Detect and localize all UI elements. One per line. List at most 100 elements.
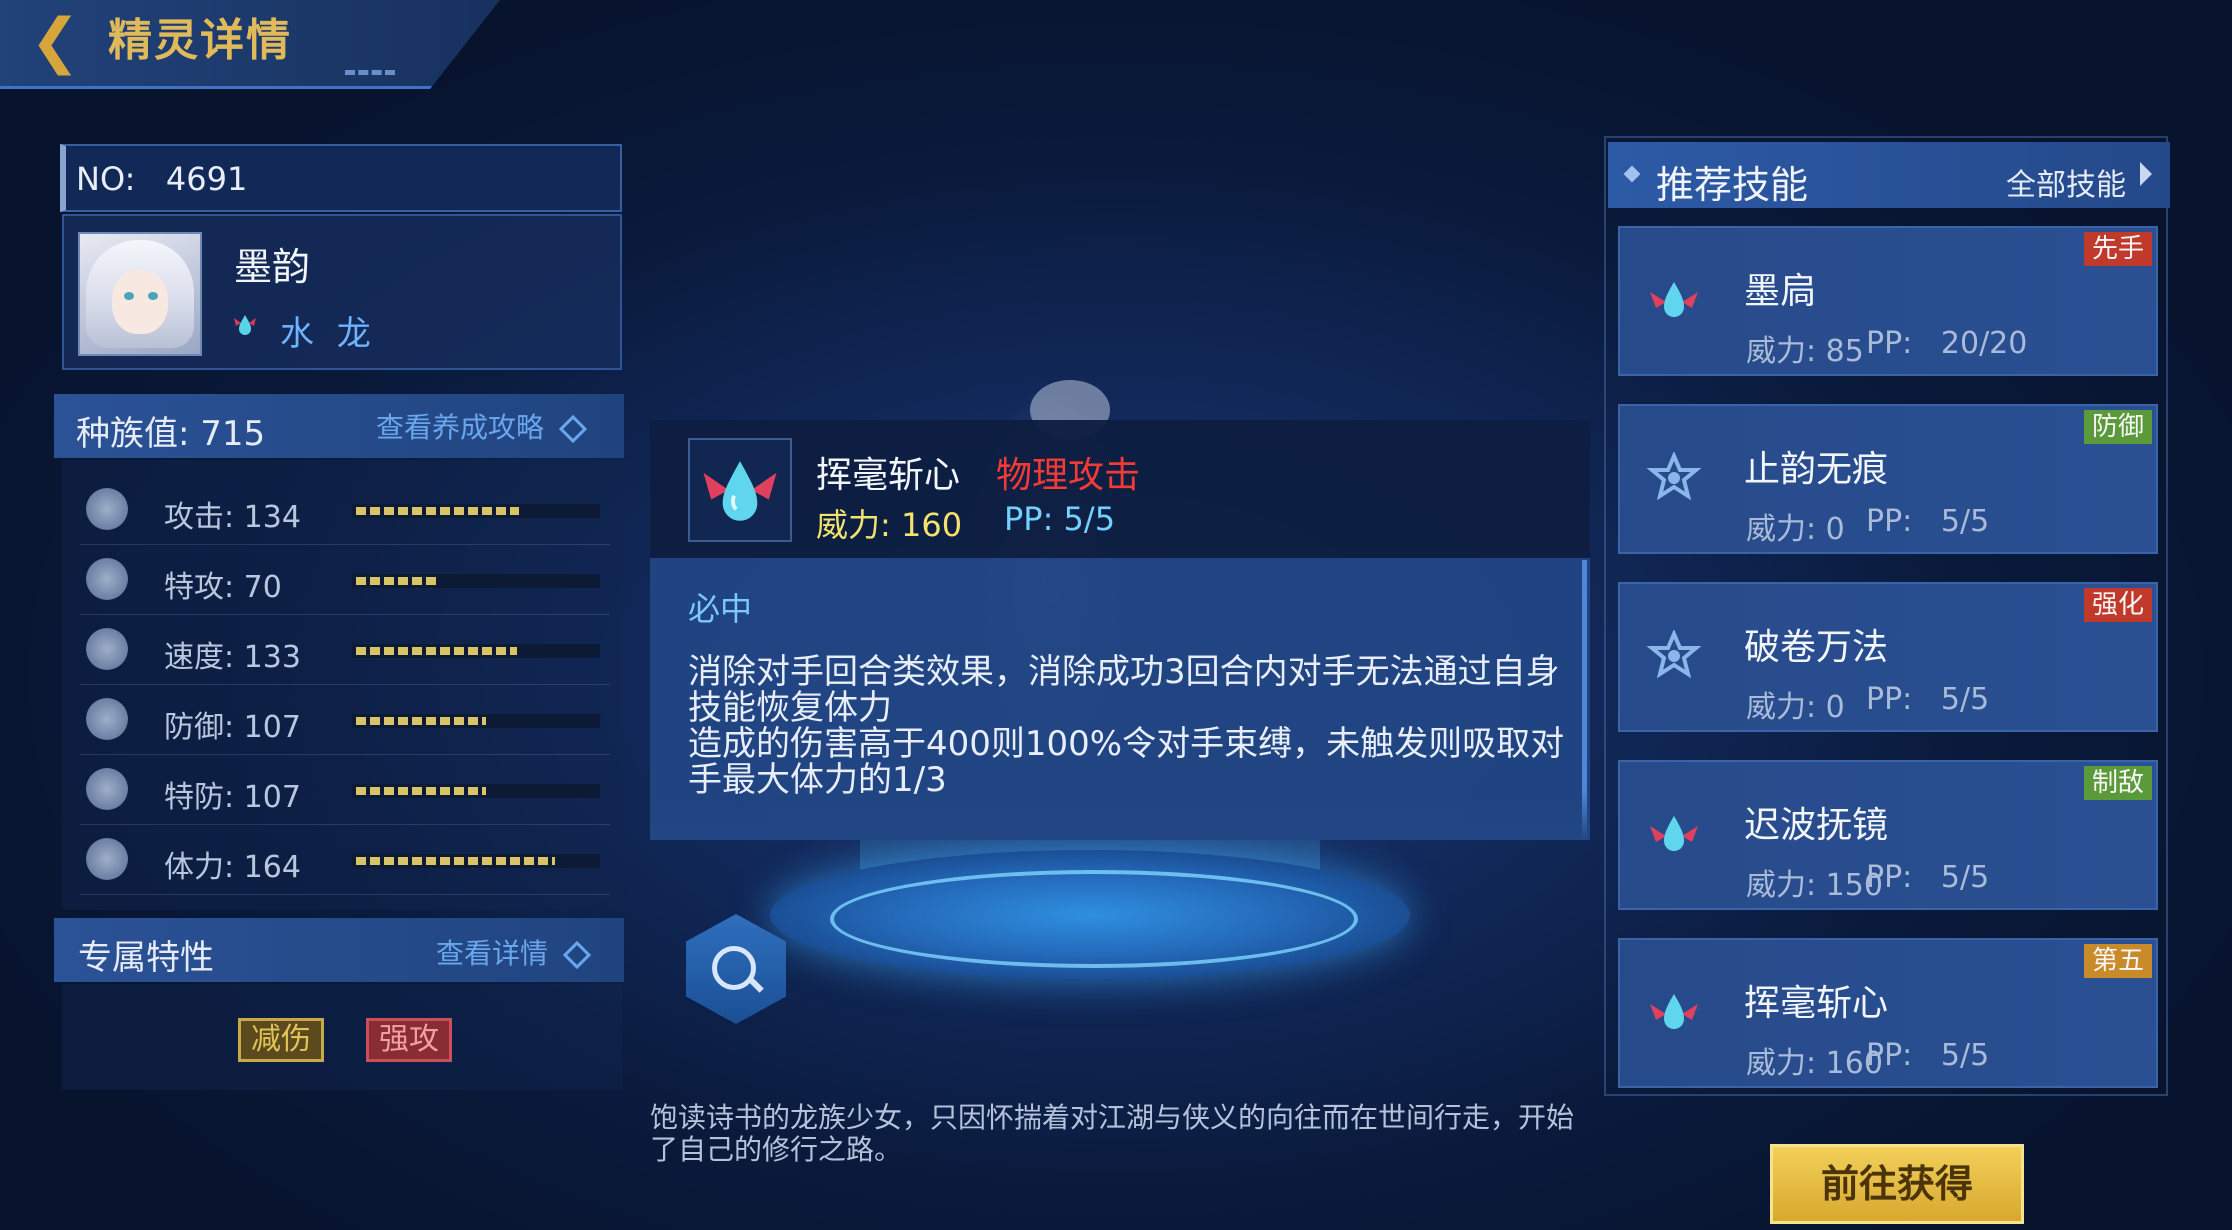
header-decoration — [345, 70, 395, 81]
popup-pp-label: PP: — [1004, 500, 1054, 538]
race-value: 种族值: 715 — [76, 406, 265, 455]
race-value-label: 种族值: — [76, 414, 190, 454]
skill-power: 威力: 150 — [1746, 868, 1883, 903]
skill-pp: PP: 5/5 — [1866, 504, 1990, 539]
skill-pp: PP: 5/5 — [1866, 682, 1990, 717]
skill-pp: PP: 20/20 — [1866, 326, 2028, 361]
skill-name: 挥毫斩心 — [1744, 983, 1889, 1024]
stat-row: 防御: 107 — [80, 684, 610, 755]
spirit-name: 墨韵 — [234, 245, 311, 289]
skill-name: 破卷万法 — [1744, 627, 1889, 668]
skill-popup-power: 威力: 160 — [816, 500, 962, 546]
skill-badge: 防御 — [2083, 410, 2152, 444]
stat-bar-fill — [356, 787, 486, 795]
popup-power-value: 160 — [900, 506, 963, 544]
stat-name: 攻击: — [164, 500, 235, 535]
skill-card[interactable]: 止韵无痕威力: 0 PP: 5/5 防御 — [1618, 404, 2158, 554]
fire-hand-icon — [86, 558, 128, 600]
recommended-skills-title: 推荐技能 — [1656, 163, 1809, 207]
view-training-guide-link[interactable]: 查看养成攻略 — [376, 406, 588, 446]
stat-row: 特防: 107 — [80, 754, 610, 825]
stat-bar-fill — [356, 507, 519, 515]
water-drop-icon — [1646, 986, 1702, 1042]
race-value-number: 715 — [200, 414, 266, 454]
shield-icon — [86, 698, 128, 740]
avatar-face — [112, 270, 168, 334]
stat-label: 特攻: 70 — [164, 562, 282, 606]
skill-pp: PP: 5/5 — [1866, 1038, 1990, 1073]
view-trait-details-link[interactable]: 查看详情 — [436, 932, 592, 972]
skill-popup-type: 物理攻击 — [996, 455, 1141, 496]
skill-power: 威力: 160 — [1746, 1046, 1883, 1081]
avatar-eye — [148, 292, 158, 300]
skill-card[interactable]: 挥毫斩心威力: 160 PP: 5/5 第五 — [1618, 938, 2158, 1088]
spirit-type: 水 龙 — [280, 314, 377, 354]
stat-bar-fill — [356, 647, 517, 655]
platform-ring — [830, 870, 1358, 968]
popup-power-label: 威力: — [816, 506, 891, 544]
stat-label: 速度: 133 — [164, 632, 301, 676]
special-shield-icon — [86, 768, 128, 810]
stat-row: 体力: 164 — [80, 824, 610, 895]
spirit-number-label: NO: — [76, 160, 136, 198]
spirit-number: NO: 4691 — [76, 160, 247, 198]
stat-value: 134 — [243, 500, 301, 535]
trait-title: 专属特性 — [78, 938, 214, 978]
skill-badge: 先手 — [2083, 232, 2152, 266]
sword-icon — [86, 488, 128, 530]
stat-row: 速度: 133 — [80, 614, 610, 685]
stat-row: 特攻: 70 — [80, 544, 610, 615]
water-drop-icon — [688, 438, 792, 542]
chevron-right-icon[interactable] — [2140, 162, 2152, 186]
trait-box — [62, 984, 622, 1090]
stat-value: 107 — [243, 780, 301, 815]
stat-name: 速度: — [164, 640, 235, 675]
stat-value: 70 — [243, 570, 282, 605]
stat-bar-fill — [356, 857, 555, 865]
training-guide-label: 查看养成攻略 — [376, 411, 545, 444]
skill-card[interactable]: 破卷万法威力: 0 PP: 5/5 强化 — [1618, 582, 2158, 732]
spirit-description: 饱读诗书的龙族少女，只因怀揣着对江湖与侠义的向往而在世间行走，开始了自己的修行之… — [650, 1101, 1575, 1166]
skill-effect-tag: 必中 — [688, 590, 753, 628]
star-shield-icon — [1646, 450, 1702, 508]
stat-name: 体力: — [164, 850, 235, 885]
page-title: 精灵详情 — [108, 15, 292, 66]
skill-power: 威力: 0 — [1746, 512, 1845, 547]
skill-name: 迟波抚镜 — [1744, 805, 1889, 846]
skill-popup-fade — [650, 790, 1590, 840]
spirit-number-value: 4691 — [165, 160, 248, 198]
stat-label: 攻击: 134 — [164, 492, 301, 536]
skill-badge: 制敌 — [2083, 766, 2152, 800]
back-arrow-icon[interactable]: ❮ — [30, 10, 80, 72]
avatar-eye — [124, 292, 134, 300]
go-obtain-label[interactable]: 前往获得 — [1770, 1144, 2024, 1224]
skill-name: 止韵无痕 — [1744, 449, 1889, 490]
skill-card[interactable]: 迟波抚镜威力: 150 PP: 5/5 制敌 — [1618, 760, 2158, 910]
star-shield-icon — [1646, 628, 1702, 686]
boot-icon — [86, 628, 128, 670]
skill-badge: 强化 — [2083, 588, 2152, 622]
trait-tag[interactable]: 强攻 — [366, 1018, 452, 1062]
popup-pp-value: 5/5 — [1063, 500, 1116, 538]
skill-name: 墨扃 — [1744, 271, 1817, 312]
skill-badge: 第五 — [2083, 944, 2152, 978]
stat-label: 体力: 164 — [164, 842, 301, 886]
trait-tag[interactable]: 减伤 — [238, 1018, 324, 1062]
stat-value: 164 — [243, 850, 301, 885]
bandage-icon — [86, 838, 128, 880]
trait-details-label: 查看详情 — [436, 937, 549, 970]
skill-card[interactable]: 墨扃威力: 85 PP: 20/20 先手 — [1618, 226, 2158, 376]
stat-name: 防御: — [164, 710, 235, 745]
skill-power: 威力: 85 — [1746, 334, 1864, 369]
stat-bar-fill — [356, 717, 486, 725]
skill-power: 威力: 0 — [1746, 690, 1845, 725]
stat-label: 特防: 107 — [164, 772, 301, 816]
stat-value: 107 — [243, 710, 301, 745]
diamond-icon — [562, 940, 592, 970]
skill-pp: PP: 5/5 — [1866, 860, 1990, 895]
skill-popup-name: 挥毫斩心 — [816, 455, 961, 496]
all-skills-link[interactable]: 全部技能 — [2006, 160, 2126, 204]
stat-name: 特防: — [164, 780, 235, 815]
diamond-icon — [558, 414, 588, 444]
water-drop-icon — [1646, 808, 1702, 864]
